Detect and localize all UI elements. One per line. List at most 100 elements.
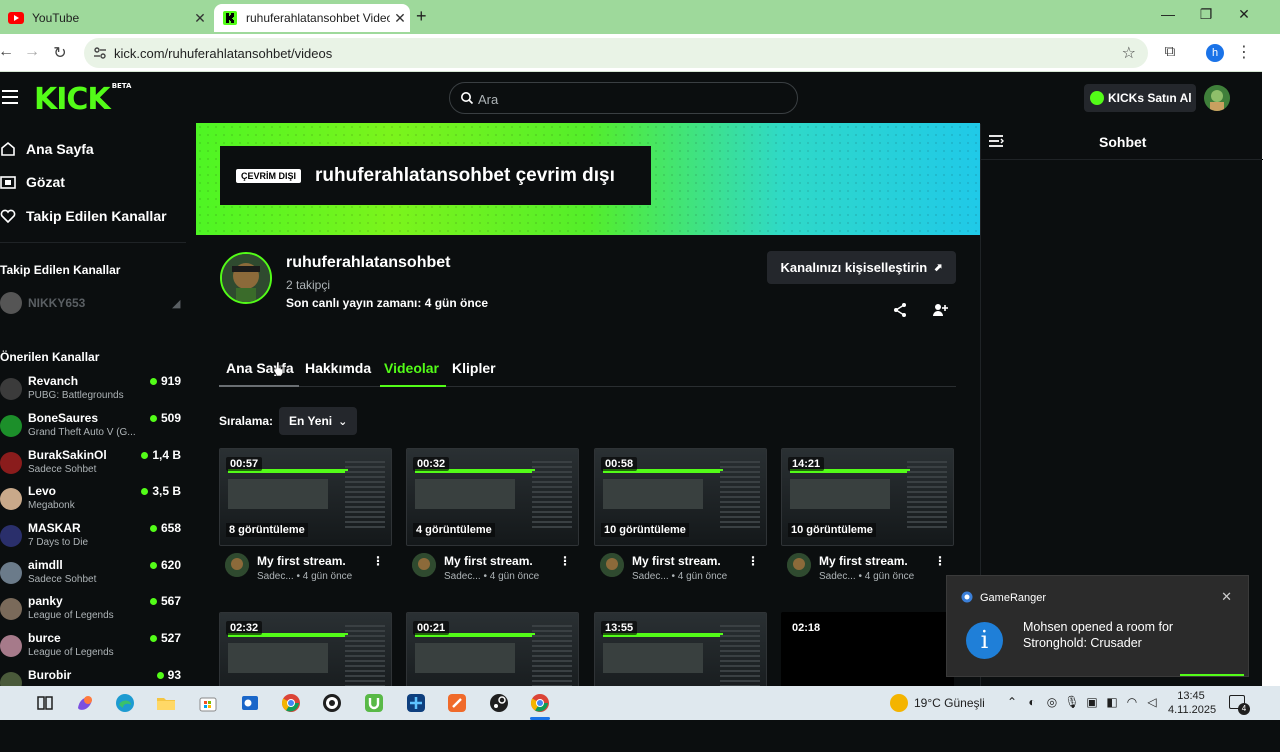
notification-toast[interactable]: GameRanger ✕ i Mohsen opened a room for … [946, 575, 1249, 677]
youtube-icon [8, 10, 24, 26]
minimize-icon[interactable]: — [1158, 6, 1178, 22]
profile-avatar[interactable]: h [1206, 44, 1224, 62]
recommended-channel[interactable]: BoneSaures Grand Theft Auto V (G... 509 [0, 411, 186, 445]
tab-videos[interactable]: Videolar [384, 360, 439, 376]
restore-icon[interactable]: ❐ [1196, 6, 1216, 23]
video-card[interactable]: 13:55 [594, 612, 767, 752]
close-tab-icon[interactable]: ✕ [390, 10, 410, 27]
tray-overflow-icon[interactable]: ⌃ [1004, 695, 1020, 709]
hamburger-menu-icon[interactable] [2, 90, 18, 104]
reload-icon[interactable]: ↻ [50, 43, 70, 63]
copilot-icon[interactable] [74, 692, 96, 714]
kick-header: KICK BETA Ara KICKs Satın Al [0, 72, 1262, 124]
tray-app-icon[interactable]: ◧ [1104, 695, 1120, 709]
app-icon-blue[interactable] [405, 692, 427, 714]
wifi-icon[interactable]: ◠ [1124, 695, 1140, 709]
channel-name: ruhuferahlatansohbet [286, 254, 451, 271]
chrome-active-icon[interactable] [529, 692, 551, 714]
tray-app-icon[interactable]: ◐ [1024, 695, 1040, 709]
extensions-icon[interactable]: ⧉ [1160, 43, 1180, 63]
sidebar-item-browse[interactable]: Gözat [0, 174, 65, 190]
avatar[interactable] [787, 553, 811, 577]
video-title[interactable]: My first stream. [444, 554, 533, 568]
recommended-channel[interactable]: Revanch PUBG: Battlegrounds 919 [0, 374, 186, 408]
system-clock[interactable]: 13:45 4.11.2025 [1168, 689, 1216, 717]
bookmark-star-icon[interactable]: ☆ [1122, 43, 1136, 63]
window-close-icon[interactable]: ✕ [1234, 6, 1254, 23]
video-card[interactable]: 14:21 10 görüntüleme My first stream. Sadec… [781, 448, 954, 588]
back-icon[interactable]: ← [0, 43, 16, 61]
store-icon[interactable] [197, 692, 219, 714]
forward-icon[interactable]: → [22, 43, 42, 61]
start-icon[interactable] [0, 694, 8, 712]
video-thumbnail[interactable]: 00:32 4 görüntüleme [406, 448, 579, 546]
toast-close-icon[interactable]: ✕ [1221, 589, 1232, 605]
video-thumbnail[interactable]: 14:21 10 görüntüleme [781, 448, 954, 546]
recommended-channel[interactable]: BurakSakinOl Sadece Sohbet 1,4 B [0, 448, 186, 482]
edge-icon[interactable] [114, 692, 136, 714]
recommended-channel[interactable]: panky League of Legends 567 [0, 594, 186, 628]
site-info-icon[interactable] [92, 45, 108, 61]
video-card[interactable]: 00:58 10 görüntüleme My first stream. Sadec… [594, 448, 767, 588]
sort-dropdown[interactable]: En Yeni ⌄ [279, 407, 357, 435]
video-duration: 00:21 [413, 621, 450, 635]
volume-icon[interactable]: ◁ [1144, 695, 1160, 709]
customize-channel-button[interactable]: Kanalınızı kişiselleştirin ⬈ [767, 251, 956, 284]
channel-category: PUBG: Battlegrounds [28, 390, 124, 401]
video-thumbnail[interactable]: 00:57 8 görüntüleme [219, 448, 392, 546]
more-options-icon[interactable]: ⋮ [747, 554, 759, 568]
video-card[interactable]: 02:18 [781, 612, 954, 752]
steam-icon[interactable] [488, 692, 510, 714]
kick-logo[interactable]: KICK BETA [34, 82, 131, 117]
url-field[interactable]: kick.com/ruhuferahlatansohbet/videos ☆ [84, 38, 1148, 68]
followed-channel[interactable]: NIKKY653 ◢ [0, 292, 186, 314]
file-explorer-icon[interactable] [155, 692, 177, 714]
video-thumbnail[interactable]: 00:58 10 görüntüleme [594, 448, 767, 546]
more-options-icon[interactable]: ⋮ [559, 554, 571, 568]
video-card[interactable]: 00:21 [406, 612, 579, 752]
sidebar-item-following[interactable]: Takip Edilen Kanallar [0, 208, 167, 224]
weather-widget[interactable]: 19°C Güneşli [890, 694, 985, 712]
avatar[interactable] [600, 553, 624, 577]
recommended-channel[interactable]: Levo Megabonk 3,5 B [0, 484, 186, 518]
video-card[interactable]: 00:57 8 görüntüleme My first stream. Sadec.… [219, 448, 392, 588]
close-tab-icon[interactable]: ✕ [190, 10, 210, 27]
channel-avatar[interactable] [220, 252, 272, 304]
kick-favicon [222, 10, 238, 26]
buy-kicks-button[interactable]: KICKs Satın Al [1084, 84, 1196, 112]
tab-youtube[interactable]: YouTube ✕ [0, 4, 210, 32]
app-icon-orange[interactable] [446, 692, 468, 714]
recommended-channel[interactable]: burce League of Legends 527 [0, 631, 186, 665]
more-options-icon[interactable]: ⋮ [372, 554, 384, 568]
sidebar-item-home[interactable]: Ana Sayfa [0, 141, 94, 157]
tab-clips[interactable]: Klipler [452, 360, 496, 376]
chrome-icon[interactable] [280, 692, 302, 714]
video-card[interactable]: 02:32 [219, 612, 392, 752]
avatar[interactable] [225, 553, 249, 577]
utorrent-icon[interactable] [363, 692, 385, 714]
tray-app-icon[interactable]: ◎ [1044, 695, 1060, 709]
recommended-channel[interactable]: aimdll Sadece Sohbet 620 [0, 558, 186, 592]
new-tab-icon[interactable]: + [416, 6, 436, 27]
tab-about[interactable]: Hakkımda [305, 360, 371, 376]
video-title[interactable]: My first stream. [257, 554, 346, 568]
microphone-icon[interactable]: 🎙 [1064, 695, 1080, 709]
add-user-icon[interactable] [932, 302, 948, 318]
video-meta: Sadec... • 4 gün önce [444, 571, 540, 582]
recommended-channel[interactable]: MASKAR 7 Days to Die 658 [0, 521, 186, 555]
video-title[interactable]: My first stream. [819, 554, 908, 568]
tray-app-icon[interactable]: ▣ [1084, 695, 1100, 709]
obs-icon[interactable] [321, 692, 343, 714]
more-options-icon[interactable]: ⋮ [934, 554, 946, 568]
collapse-chat-icon[interactable] [989, 134, 1005, 148]
task-view-icon[interactable] [34, 692, 56, 714]
outlook-icon[interactable] [239, 692, 261, 714]
user-avatar[interactable] [1204, 85, 1230, 111]
share-icon[interactable] [892, 302, 908, 318]
video-title[interactable]: My first stream. [632, 554, 721, 568]
search-input[interactable]: Ara [449, 82, 798, 114]
tab-kick-videos[interactable]: ruhuferahlatansohbet Videos - ✕ [214, 4, 410, 32]
video-card[interactable]: 00:32 4 görüntüleme My first stream. Sadec.… [406, 448, 579, 588]
avatar[interactable] [412, 553, 436, 577]
browser-menu-icon[interactable]: ⋮ [1236, 42, 1252, 62]
